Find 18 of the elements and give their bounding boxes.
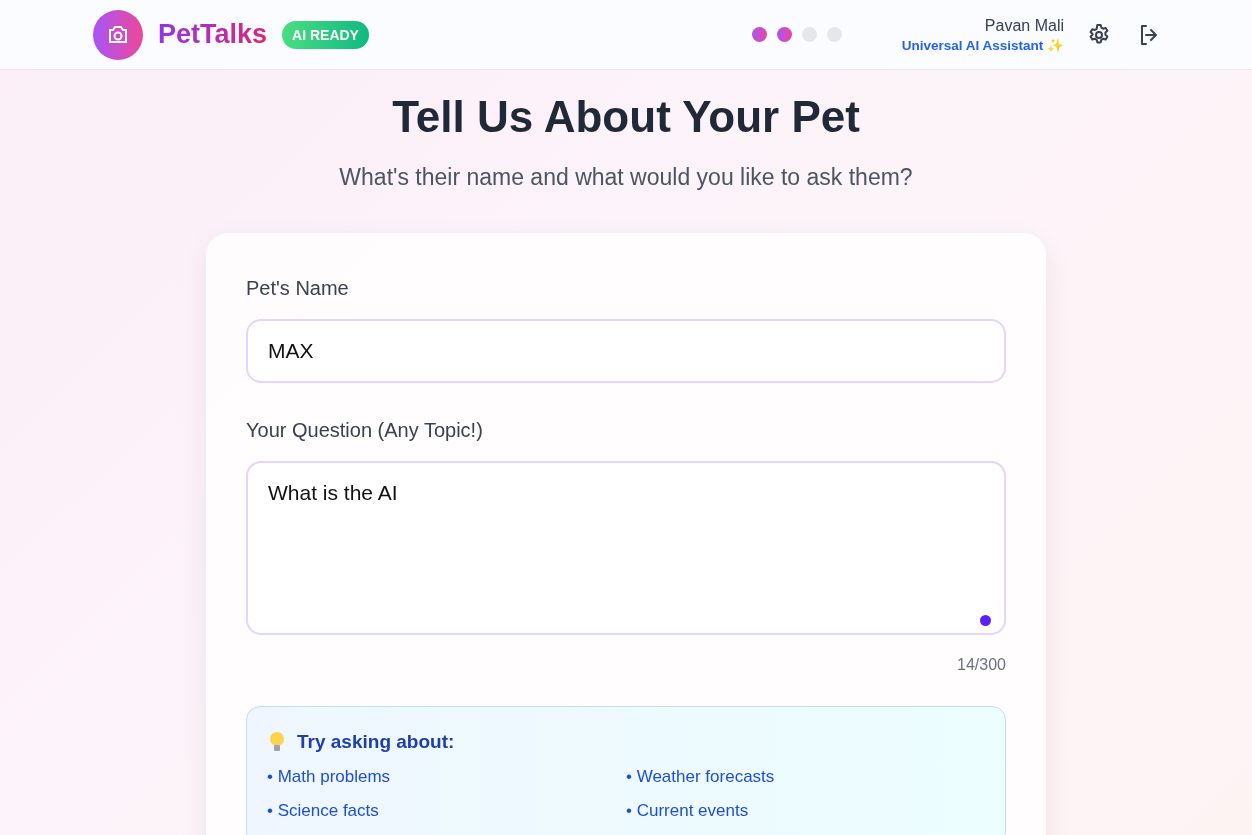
user-name: Pavan Mali xyxy=(984,16,1064,35)
question-field[interactable]: What is the AI xyxy=(246,461,1006,635)
pet-name-field[interactable]: MAX xyxy=(246,319,1006,383)
tip-item: • Math problems xyxy=(267,767,392,787)
tip-item: • Science facts xyxy=(267,801,380,821)
character-counter: 14/300 xyxy=(956,656,1006,674)
tip-item: • Current events xyxy=(626,801,750,821)
page-subtitle: What's their name and what would you like to ask them? xyxy=(339,164,913,191)
camera-icon xyxy=(93,9,143,60)
page-title: Tell Us About Your Pet xyxy=(392,92,860,142)
status-badge: AI READY xyxy=(282,20,369,49)
user-role: Universal AI Assistant ✨ xyxy=(901,36,1064,53)
field-label: Your Question (Any Topic!) xyxy=(246,419,484,442)
dot-icon xyxy=(980,615,991,626)
tip-item: • Weather forecasts xyxy=(626,767,776,787)
field-label: Pet's Name xyxy=(246,277,350,300)
lightbulb-icon xyxy=(267,731,287,753)
tips-title: Try asking about: xyxy=(297,731,455,753)
